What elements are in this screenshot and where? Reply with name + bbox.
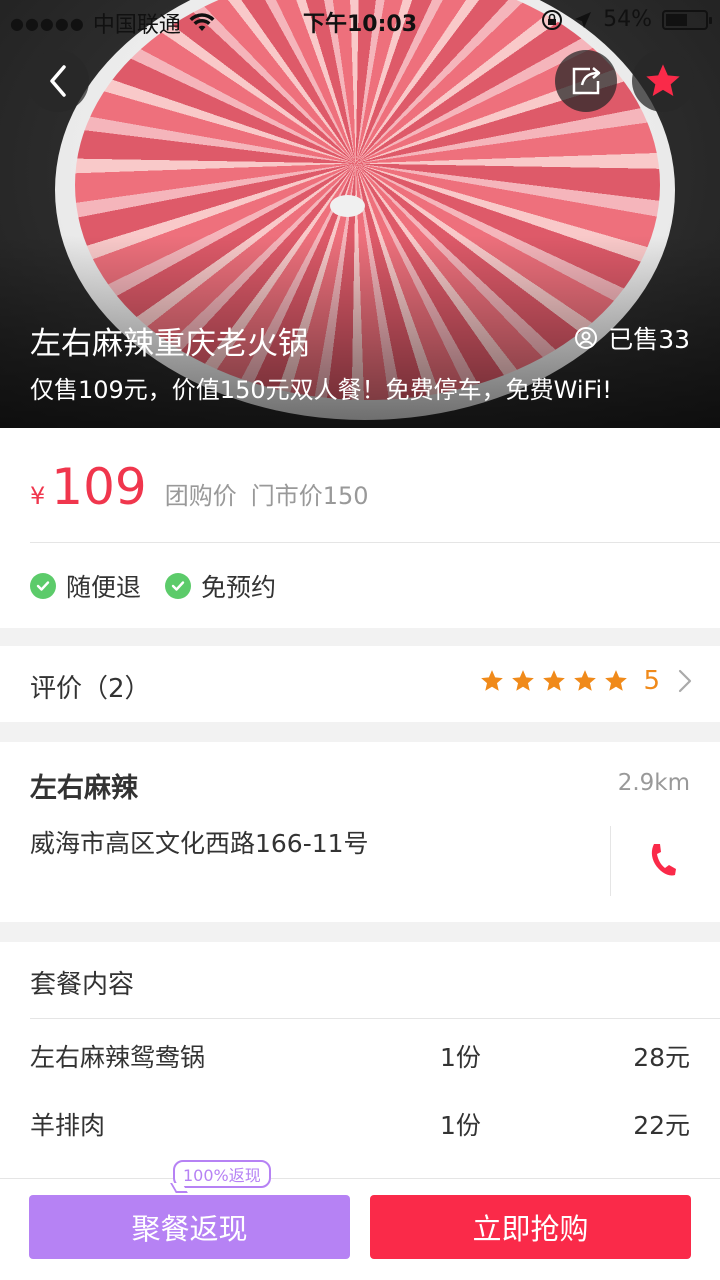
- deal-subtitle: 仅售109元，价值150元双人餐！免费停车，免费WiFi!: [30, 376, 612, 404]
- user-icon: [575, 327, 598, 349]
- star-icon: [646, 64, 680, 96]
- shop-section: 左右麻辣 2.9km 威海市高区文化西路166-11号: [0, 742, 720, 922]
- shop-distance: 2.9km: [617, 770, 690, 796]
- list-item: 羊排肉 1份 22元: [30, 1106, 690, 1146]
- item-price: 28元: [633, 1043, 690, 1072]
- divider: [30, 1018, 720, 1019]
- divider: [610, 826, 611, 896]
- chevron-left-icon: [50, 65, 66, 97]
- market-price: 门市价150: [250, 482, 369, 510]
- divider: [30, 542, 720, 543]
- rotation-lock-icon: [542, 9, 563, 30]
- star-icon: [512, 670, 535, 691]
- buy-now-button[interactable]: 立即抢购: [370, 1195, 691, 1259]
- star-icon: [605, 670, 628, 691]
- service-tags: 随便退 免预约: [30, 568, 276, 604]
- phone-icon: [651, 844, 676, 876]
- item-price: 22元: [633, 1111, 690, 1140]
- battery-percent: 54%: [603, 7, 652, 32]
- share-button[interactable]: [555, 50, 617, 112]
- package-title: 套餐内容: [30, 970, 135, 1000]
- item-quantity: 1份: [440, 1043, 481, 1072]
- shop-name[interactable]: 左右麻辣: [30, 766, 138, 805]
- rating-stars: [479, 668, 629, 694]
- back-button[interactable]: [27, 50, 89, 112]
- review-row[interactable]: 评价（2） 5: [0, 646, 720, 722]
- tag-no-reservation: 免预约: [165, 568, 276, 604]
- sold-count-label: 已售33: [608, 325, 690, 354]
- list-item: 左右麻辣鸳鸯锅 1份 28元: [30, 1038, 690, 1078]
- item-name: 羊排肉: [30, 1111, 106, 1140]
- chevron-right-icon: [678, 669, 692, 693]
- status-bar: ●●●●● 中国联通 下午10:03 54%: [0, 0, 720, 40]
- currency-symbol: ¥: [30, 482, 46, 510]
- share-icon: [572, 67, 601, 95]
- tag-refund: 随便退: [30, 568, 141, 604]
- package-section: 套餐内容 左右麻辣鸳鸯锅 1份 28元 羊排肉 1份 22元: [0, 942, 720, 1182]
- item-name: 左右麻辣鸳鸯锅: [30, 1043, 206, 1072]
- cashback-badge: 100%返现: [173, 1160, 271, 1188]
- star-icon: [543, 670, 566, 691]
- call-button[interactable]: [648, 842, 678, 882]
- group-price: 109: [51, 458, 147, 516]
- bottom-action-bar: 聚餐返现 立即抢购: [0, 1178, 720, 1280]
- group-price-label: 团购价: [164, 482, 237, 510]
- price-section: ¥ 109 团购价 门市价150 随便退 免预约: [0, 428, 720, 628]
- item-quantity: 1份: [440, 1111, 481, 1140]
- favorite-button[interactable]: [632, 50, 694, 112]
- rating-value: 5: [643, 666, 660, 696]
- review-label: 评价（2）: [30, 674, 151, 704]
- star-icon: [481, 670, 504, 691]
- location-arrow-icon: [575, 11, 592, 28]
- check-icon: [165, 573, 192, 599]
- battery-icon: [662, 9, 712, 30]
- deal-title: 左右麻辣重庆老火锅: [30, 326, 309, 362]
- star-icon: [574, 670, 597, 691]
- tag-label: 免预约: [201, 573, 277, 602]
- tag-label: 随便退: [66, 573, 142, 602]
- cashback-button[interactable]: 聚餐返现: [29, 1195, 350, 1259]
- sold-count: 已售33: [574, 320, 690, 356]
- check-icon: [30, 573, 56, 599]
- shop-address[interactable]: 威海市高区文化西路166-11号: [30, 824, 369, 860]
- hero-image: ●●●●● 中国联通 下午10:03 54% 左右麻辣重庆老火锅 已售33 仅售…: [0, 0, 720, 428]
